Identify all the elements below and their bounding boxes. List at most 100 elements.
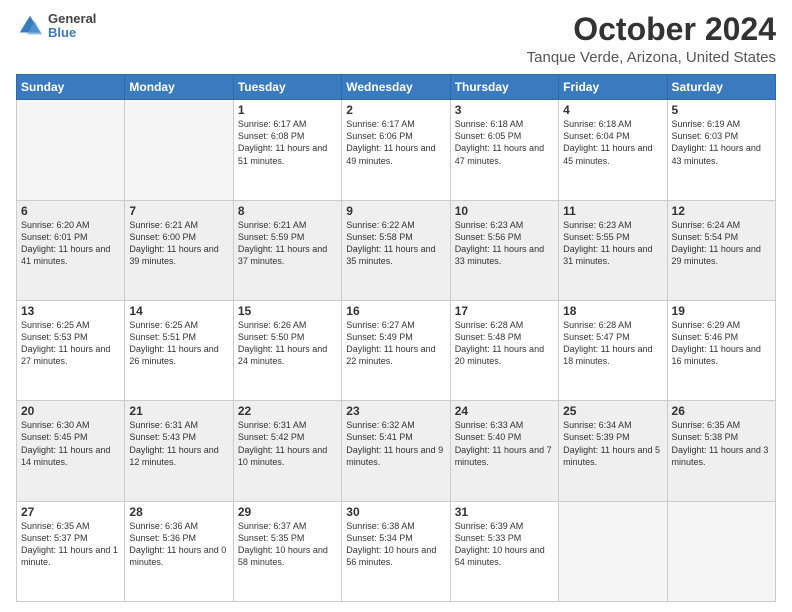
day-number: 1 (238, 103, 337, 117)
day-number: 3 (455, 103, 554, 117)
day-info: Sunrise: 6:36 AMSunset: 5:36 PMDaylight:… (129, 520, 228, 569)
calendar-cell (17, 100, 125, 200)
calendar-week-row: 20Sunrise: 6:30 AMSunset: 5:45 PMDayligh… (17, 401, 776, 501)
weekday-header: Friday (559, 75, 667, 100)
calendar-cell: 7Sunrise: 6:21 AMSunset: 6:00 PMDaylight… (125, 200, 233, 300)
calendar-cell: 1Sunrise: 6:17 AMSunset: 6:08 PMDaylight… (233, 100, 341, 200)
weekday-header: Wednesday (342, 75, 450, 100)
calendar-week-row: 27Sunrise: 6:35 AMSunset: 5:37 PMDayligh… (17, 501, 776, 601)
calendar-cell: 18Sunrise: 6:28 AMSunset: 5:47 PMDayligh… (559, 300, 667, 400)
day-number: 9 (346, 204, 445, 218)
day-info: Sunrise: 6:31 AMSunset: 5:42 PMDaylight:… (238, 419, 337, 468)
weekday-header: Saturday (667, 75, 775, 100)
day-number: 27 (21, 505, 120, 519)
day-number: 6 (21, 204, 120, 218)
calendar-cell: 9Sunrise: 6:22 AMSunset: 5:58 PMDaylight… (342, 200, 450, 300)
calendar-table: SundayMondayTuesdayWednesdayThursdayFrid… (16, 74, 776, 602)
day-number: 22 (238, 404, 337, 418)
calendar-cell (125, 100, 233, 200)
day-number: 8 (238, 204, 337, 218)
day-number: 13 (21, 304, 120, 318)
calendar-cell: 10Sunrise: 6:23 AMSunset: 5:56 PMDayligh… (450, 200, 558, 300)
day-info: Sunrise: 6:21 AMSunset: 6:00 PMDaylight:… (129, 219, 228, 268)
calendar-cell: 12Sunrise: 6:24 AMSunset: 5:54 PMDayligh… (667, 200, 775, 300)
day-info: Sunrise: 6:30 AMSunset: 5:45 PMDaylight:… (21, 419, 120, 468)
page: General Blue October 2024 Tanque Verde, … (0, 0, 792, 612)
day-info: Sunrise: 6:34 AMSunset: 5:39 PMDaylight:… (563, 419, 662, 468)
calendar-cell: 15Sunrise: 6:26 AMSunset: 5:50 PMDayligh… (233, 300, 341, 400)
day-number: 18 (563, 304, 662, 318)
day-info: Sunrise: 6:19 AMSunset: 6:03 PMDaylight:… (672, 118, 771, 167)
logo: General Blue (16, 12, 96, 41)
calendar-cell: 8Sunrise: 6:21 AMSunset: 5:59 PMDaylight… (233, 200, 341, 300)
logo-line2: Blue (48, 26, 96, 40)
day-number: 24 (455, 404, 554, 418)
day-number: 28 (129, 505, 228, 519)
day-number: 4 (563, 103, 662, 117)
day-number: 10 (455, 204, 554, 218)
day-info: Sunrise: 6:39 AMSunset: 5:33 PMDaylight:… (455, 520, 554, 569)
day-info: Sunrise: 6:33 AMSunset: 5:40 PMDaylight:… (455, 419, 554, 468)
day-info: Sunrise: 6:17 AMSunset: 6:06 PMDaylight:… (346, 118, 445, 167)
day-number: 30 (346, 505, 445, 519)
calendar-cell: 14Sunrise: 6:25 AMSunset: 5:51 PMDayligh… (125, 300, 233, 400)
day-info: Sunrise: 6:28 AMSunset: 5:48 PMDaylight:… (455, 319, 554, 368)
day-info: Sunrise: 6:17 AMSunset: 6:08 PMDaylight:… (238, 118, 337, 167)
calendar-cell: 11Sunrise: 6:23 AMSunset: 5:55 PMDayligh… (559, 200, 667, 300)
day-number: 7 (129, 204, 228, 218)
day-info: Sunrise: 6:23 AMSunset: 5:56 PMDaylight:… (455, 219, 554, 268)
day-info: Sunrise: 6:24 AMSunset: 5:54 PMDaylight:… (672, 219, 771, 268)
weekday-header: Monday (125, 75, 233, 100)
day-info: Sunrise: 6:26 AMSunset: 5:50 PMDaylight:… (238, 319, 337, 368)
day-info: Sunrise: 6:27 AMSunset: 5:49 PMDaylight:… (346, 319, 445, 368)
calendar-cell: 16Sunrise: 6:27 AMSunset: 5:49 PMDayligh… (342, 300, 450, 400)
calendar-cell: 27Sunrise: 6:35 AMSunset: 5:37 PMDayligh… (17, 501, 125, 601)
day-number: 12 (672, 204, 771, 218)
calendar-cell: 5Sunrise: 6:19 AMSunset: 6:03 PMDaylight… (667, 100, 775, 200)
calendar-cell: 26Sunrise: 6:35 AMSunset: 5:38 PMDayligh… (667, 401, 775, 501)
weekday-header: Thursday (450, 75, 558, 100)
day-info: Sunrise: 6:25 AMSunset: 5:51 PMDaylight:… (129, 319, 228, 368)
calendar-cell: 20Sunrise: 6:30 AMSunset: 5:45 PMDayligh… (17, 401, 125, 501)
weekday-header: Sunday (17, 75, 125, 100)
calendar-cell: 31Sunrise: 6:39 AMSunset: 5:33 PMDayligh… (450, 501, 558, 601)
day-info: Sunrise: 6:23 AMSunset: 5:55 PMDaylight:… (563, 219, 662, 268)
calendar-cell: 3Sunrise: 6:18 AMSunset: 6:05 PMDaylight… (450, 100, 558, 200)
calendar-cell: 2Sunrise: 6:17 AMSunset: 6:06 PMDaylight… (342, 100, 450, 200)
day-number: 15 (238, 304, 337, 318)
calendar-cell: 4Sunrise: 6:18 AMSunset: 6:04 PMDaylight… (559, 100, 667, 200)
calendar-cell: 28Sunrise: 6:36 AMSunset: 5:36 PMDayligh… (125, 501, 233, 601)
day-info: Sunrise: 6:37 AMSunset: 5:35 PMDaylight:… (238, 520, 337, 569)
calendar-cell: 30Sunrise: 6:38 AMSunset: 5:34 PMDayligh… (342, 501, 450, 601)
day-number: 26 (672, 404, 771, 418)
calendar-week-row: 6Sunrise: 6:20 AMSunset: 6:01 PMDaylight… (17, 200, 776, 300)
calendar-cell: 19Sunrise: 6:29 AMSunset: 5:46 PMDayligh… (667, 300, 775, 400)
calendar-cell: 22Sunrise: 6:31 AMSunset: 5:42 PMDayligh… (233, 401, 341, 501)
subtitle: Tanque Verde, Arizona, United States (527, 49, 776, 66)
day-info: Sunrise: 6:38 AMSunset: 5:34 PMDaylight:… (346, 520, 445, 569)
calendar-cell (667, 501, 775, 601)
day-info: Sunrise: 6:21 AMSunset: 5:59 PMDaylight:… (238, 219, 337, 268)
calendar-cell: 24Sunrise: 6:33 AMSunset: 5:40 PMDayligh… (450, 401, 558, 501)
day-number: 19 (672, 304, 771, 318)
day-info: Sunrise: 6:31 AMSunset: 5:43 PMDaylight:… (129, 419, 228, 468)
title-block: October 2024 Tanque Verde, Arizona, Unit… (527, 12, 776, 66)
day-info: Sunrise: 6:18 AMSunset: 6:05 PMDaylight:… (455, 118, 554, 167)
day-number: 2 (346, 103, 445, 117)
day-number: 14 (129, 304, 228, 318)
day-number: 16 (346, 304, 445, 318)
day-number: 17 (455, 304, 554, 318)
day-info: Sunrise: 6:35 AMSunset: 5:38 PMDaylight:… (672, 419, 771, 468)
day-number: 21 (129, 404, 228, 418)
calendar-cell: 17Sunrise: 6:28 AMSunset: 5:48 PMDayligh… (450, 300, 558, 400)
header: General Blue October 2024 Tanque Verde, … (16, 12, 776, 66)
day-info: Sunrise: 6:28 AMSunset: 5:47 PMDaylight:… (563, 319, 662, 368)
weekday-header: Tuesday (233, 75, 341, 100)
day-info: Sunrise: 6:18 AMSunset: 6:04 PMDaylight:… (563, 118, 662, 167)
day-info: Sunrise: 6:22 AMSunset: 5:58 PMDaylight:… (346, 219, 445, 268)
calendar-week-row: 13Sunrise: 6:25 AMSunset: 5:53 PMDayligh… (17, 300, 776, 400)
calendar-cell: 25Sunrise: 6:34 AMSunset: 5:39 PMDayligh… (559, 401, 667, 501)
day-info: Sunrise: 6:32 AMSunset: 5:41 PMDaylight:… (346, 419, 445, 468)
logo-text: General Blue (48, 12, 96, 41)
day-info: Sunrise: 6:20 AMSunset: 6:01 PMDaylight:… (21, 219, 120, 268)
